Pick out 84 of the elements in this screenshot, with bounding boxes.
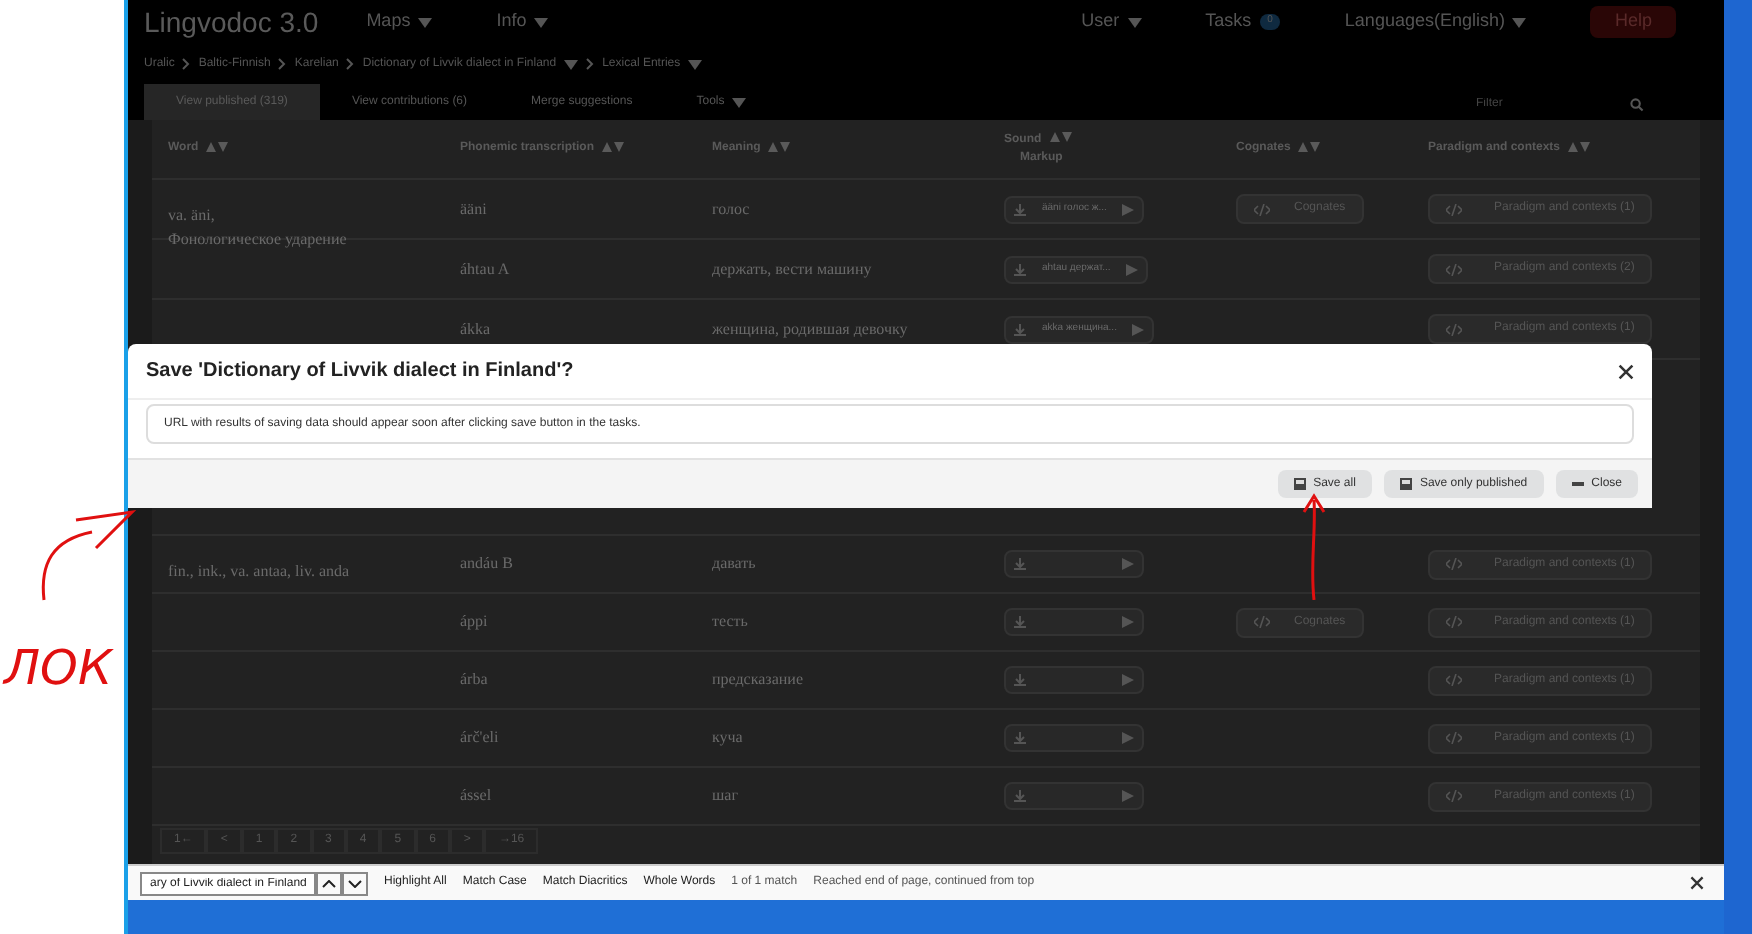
download-icon[interactable] (1014, 674, 1026, 686)
download-icon[interactable] (1014, 616, 1026, 628)
transcription-text: árba (460, 668, 488, 692)
dialog-title: Save 'Dictionary of Livvik dialect in Finland'? (146, 358, 574, 386)
sort-icon[interactable] (206, 141, 229, 152)
play-icon[interactable] (1122, 203, 1135, 215)
download-icon[interactable] (1014, 732, 1026, 744)
code-icon (1446, 323, 1462, 335)
code-icon (1254, 616, 1270, 628)
user-menu[interactable]: User (1081, 8, 1142, 36)
code-icon (1446, 263, 1462, 275)
handwritten-note: ЛОК (4, 644, 112, 692)
code-icon (1254, 203, 1270, 215)
annotation-arrow-drawing (36, 504, 140, 604)
code-icon (1446, 674, 1462, 686)
meaning-text: предсказание (712, 668, 803, 692)
caret-icon (534, 17, 549, 27)
code-icon (1446, 203, 1462, 215)
chevron-icon (182, 58, 191, 70)
close-icon[interactable] (1690, 876, 1704, 890)
chevron-icon (346, 58, 355, 70)
sound-player[interactable] (1004, 608, 1144, 636)
meaning-text: держать, вести машину (712, 257, 872, 281)
previous-match-button[interactable] (316, 871, 342, 895)
code-icon (1446, 616, 1462, 628)
save-icon (1293, 478, 1306, 490)
play-icon[interactable] (1126, 263, 1139, 275)
meaning-text: куча (712, 726, 743, 750)
next-match-button[interactable] (342, 871, 368, 895)
sound-player[interactable] (1004, 666, 1144, 694)
code-icon (1446, 732, 1462, 744)
transcription-text: andáu B (460, 552, 513, 576)
caret-icon (418, 17, 433, 27)
chevron-up-icon (322, 879, 336, 887)
transcription-text: ássel (460, 784, 492, 808)
meaning-text: шаг (712, 784, 738, 808)
language-menu[interactable]: Languages(English) (1344, 8, 1527, 36)
brand-logo[interactable]: Lingvodoc 3.0 (144, 1, 319, 43)
download-icon[interactable] (1014, 203, 1026, 215)
download-icon[interactable] (1014, 263, 1026, 275)
sound-player[interactable] (1004, 550, 1144, 578)
transcription-text: áhtau A (460, 257, 510, 281)
chevron-icon (586, 58, 595, 70)
minus-icon (1571, 482, 1584, 486)
sort-icon[interactable] (1568, 141, 1591, 152)
close-icon[interactable] (1618, 363, 1634, 379)
sort-icon[interactable] (602, 141, 625, 152)
chevron-icon (278, 58, 287, 70)
transcription-text: ääni (460, 197, 487, 221)
meaning-text: давать (712, 552, 756, 576)
play-icon[interactable] (1132, 323, 1145, 335)
caret-icon (1127, 17, 1142, 27)
word-text: fin., ink., va. antaa, liv. anda (168, 560, 352, 584)
play-icon[interactable] (1122, 558, 1134, 570)
transcription-text: ákka (460, 317, 491, 341)
play-icon[interactable] (1122, 616, 1134, 628)
save-icon (1399, 478, 1412, 490)
sort-icon[interactable] (1298, 141, 1321, 152)
chevron-down-icon (348, 879, 362, 887)
sound-player[interactable] (1004, 724, 1144, 752)
nav-menu[interactable]: Maps (366, 8, 433, 36)
annotation-arrow-drawing (1300, 492, 1328, 600)
caret-icon (1512, 17, 1527, 27)
download-icon[interactable] (1014, 558, 1026, 570)
sort-icon[interactable] (768, 141, 791, 152)
download-icon[interactable] (1014, 790, 1026, 802)
download-icon[interactable] (1014, 323, 1026, 335)
sound-player[interactable] (1004, 782, 1144, 810)
code-icon (1446, 558, 1462, 570)
word-text: va. äni, (168, 204, 217, 228)
nav-menu[interactable]: Info (496, 8, 549, 36)
search-icon[interactable] (1630, 97, 1644, 111)
meaning-text: голос (712, 197, 750, 221)
code-icon (1446, 790, 1462, 802)
transcription-text: árč'eli (460, 726, 499, 750)
play-icon[interactable] (1122, 790, 1134, 802)
tasks-menu[interactable]: Tasks (1205, 8, 1252, 36)
meaning-text: тесть (712, 610, 748, 634)
sort-icon[interactable] (1049, 132, 1072, 143)
word-text: Фонологическое ударение (168, 228, 349, 252)
play-icon[interactable] (1122, 674, 1134, 686)
play-icon[interactable] (1122, 732, 1134, 744)
meaning-text: женщина, родившая девочку (712, 317, 908, 341)
transcription-text: áppi (460, 610, 488, 634)
